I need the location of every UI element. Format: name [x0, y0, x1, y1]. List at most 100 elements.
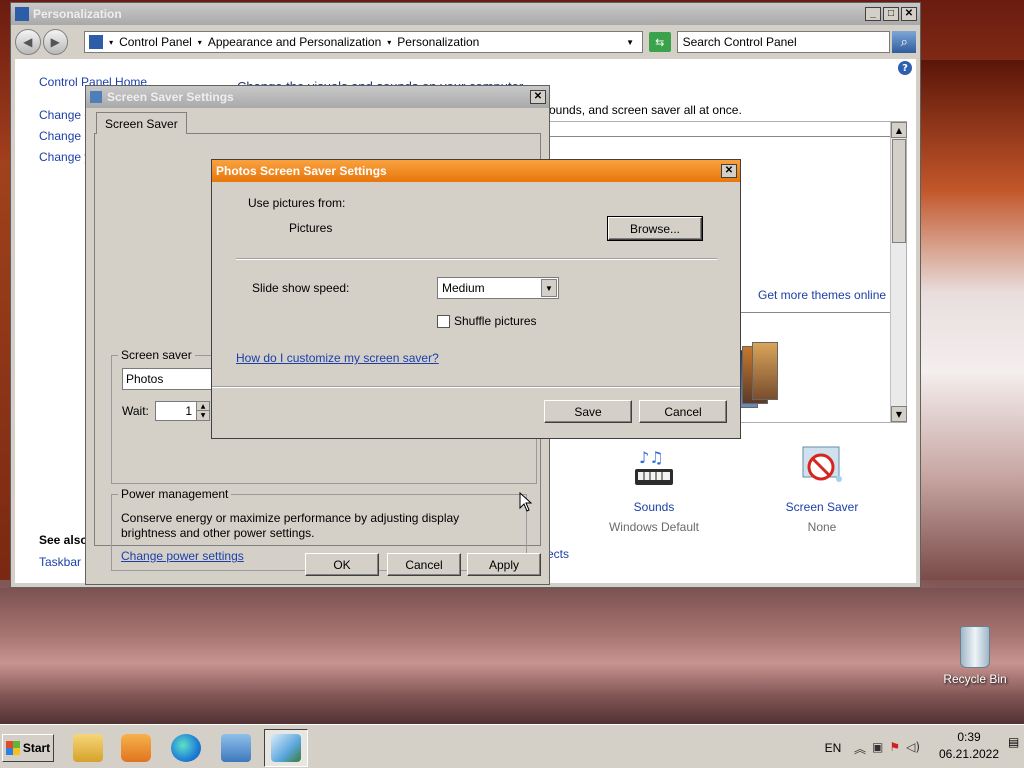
breadcrumb-control-panel[interactable]: Control Panel — [119, 35, 192, 49]
taskbar-media-player[interactable] — [114, 729, 158, 767]
breadcrumb-separator[interactable]: ▾ — [109, 38, 113, 47]
maximize-button[interactable]: □ — [883, 7, 899, 21]
dialog-title: Screen Saver Settings — [107, 90, 234, 104]
tray-icons: ︽ ▣ ⚑ ◁) — [854, 740, 920, 757]
themes-scrollbar[interactable]: ▲ ▼ — [890, 122, 907, 422]
ok-button[interactable]: OK — [305, 553, 379, 576]
breadcrumb-separator[interactable]: ▾ — [387, 38, 391, 47]
see-also-heading: See also — [39, 533, 88, 547]
scroll-up-button[interactable]: ▲ — [891, 122, 907, 138]
media-player-icon — [121, 734, 151, 762]
minimize-button[interactable]: _ — [865, 7, 881, 21]
wallpaper-rock — [0, 588, 1024, 724]
search-icon[interactable]: ⌕ — [892, 31, 916, 53]
scroll-down-button[interactable]: ▼ — [891, 406, 907, 422]
help-icon[interactable]: ? — [898, 61, 912, 75]
spin-down-icon[interactable]: ▼ — [197, 411, 209, 420]
forward-button[interactable]: ▶ — [42, 29, 69, 55]
apply-button[interactable]: Apply — [467, 553, 541, 576]
search-input[interactable]: Search Control Panel — [676, 31, 891, 53]
explorer-icon — [73, 734, 103, 762]
scroll-thumb[interactable] — [892, 139, 906, 243]
divider — [236, 258, 717, 260]
screen-saver-tile[interactable]: Screen Saver None — [762, 443, 882, 534]
breadcrumb-separator[interactable]: ▾ — [198, 38, 202, 47]
sounds-label[interactable]: Sounds — [594, 500, 714, 514]
refresh-button[interactable]: ⇆ — [649, 32, 671, 52]
address-bar[interactable]: ▾ Control Panel ▾ Appearance and Persona… — [84, 31, 643, 53]
save-button[interactable]: Save — [544, 400, 632, 423]
cancel-button[interactable]: Cancel — [387, 553, 461, 576]
pictures-folder-value: Pictures — [289, 221, 333, 235]
sounds-tile[interactable]: ♪♫ Sounds Windows Default — [594, 443, 714, 534]
screen-saver-label[interactable]: Screen Saver — [762, 500, 882, 514]
shuffle-label[interactable]: Shuffle pictures — [454, 314, 537, 328]
get-more-themes-link[interactable]: Get more themes online — [758, 288, 886, 302]
action-center-icon[interactable]: ⚑ — [889, 740, 900, 757]
screen-saver-icon — [90, 91, 102, 103]
address-dropdown-icon[interactable]: ▼ — [626, 38, 634, 47]
tab-screen-saver[interactable]: Screen Saver — [96, 112, 187, 134]
ss-titlebar[interactable]: Screen Saver Settings ✕ — [86, 86, 549, 108]
clock-date: 06.21.2022 — [938, 747, 1000, 761]
clock[interactable]: 0:39 06.21.2022 — [934, 729, 1004, 763]
windows-logo-icon — [5, 741, 20, 755]
taskbar-control-panel[interactable] — [214, 729, 258, 767]
close-button[interactable]: ✕ — [530, 90, 546, 104]
svg-text:♪♫: ♪♫ — [639, 448, 664, 467]
taskbar-edge[interactable] — [164, 729, 208, 767]
chevron-down-icon[interactable]: ▼ — [541, 279, 557, 297]
customize-help-link[interactable]: How do I customize my screen saver? — [236, 351, 439, 365]
slide-speed-value: Medium — [442, 281, 485, 295]
theme-divider — [542, 136, 892, 137]
personalization-titlebar[interactable]: Personalization _ □ ✕ — [11, 3, 920, 25]
network-icon[interactable]: ▣ — [872, 740, 883, 757]
taskbar-explorer[interactable] — [66, 729, 110, 767]
chevron-up-icon[interactable]: ︽ — [854, 740, 866, 757]
recycle-bin[interactable]: Recycle Bin — [942, 626, 1008, 686]
partial-effects-link[interactable]: ects — [547, 547, 569, 561]
sounds-value: Windows Default — [608, 520, 700, 534]
spin-up-icon[interactable]: ▲ — [197, 402, 209, 411]
photos-settings-dialog: Photos Screen Saver Settings ✕ Use pictu… — [211, 159, 741, 439]
language-indicator[interactable]: EN — [818, 741, 848, 755]
clock-time: 0:39 — [957, 730, 981, 744]
see-also-taskbar-link[interactable]: Taskbar a — [39, 555, 91, 569]
breadcrumb-appearance[interactable]: Appearance and Personalization — [208, 35, 381, 49]
screen-saver-icon — [802, 446, 842, 482]
page-description: ounds, and screen saver all at once. — [549, 103, 742, 117]
dialog-title: Photos Screen Saver Settings — [216, 164, 387, 178]
wait-spinner[interactable]: ▲ ▼ — [196, 401, 210, 421]
address-folder-icon — [89, 35, 104, 49]
wait-input[interactable]: 1 — [155, 401, 197, 421]
slide-speed-select[interactable]: Medium ▼ — [437, 277, 559, 299]
taskbar-display-settings[interactable] — [264, 729, 308, 767]
divider — [212, 386, 740, 388]
volume-icon[interactable]: ◁) — [906, 740, 920, 757]
screen-saver-value: None — [807, 520, 837, 534]
power-description-line1: Conserve energy or maximize performance … — [121, 511, 460, 525]
display-settings-icon — [271, 734, 301, 762]
power-management-label: Power management — [121, 487, 229, 501]
edge-icon — [171, 734, 201, 762]
use-pictures-label: Use pictures from: — [248, 196, 346, 210]
breadcrumb-personalization[interactable]: Personalization — [397, 35, 479, 49]
show-desktop-icon[interactable]: ▤ — [1008, 735, 1020, 759]
start-button[interactable]: Start — [2, 734, 54, 762]
slide-speed-label: Slide show speed: — [252, 281, 350, 295]
sidebar-item-1[interactable]: Change d — [39, 108, 91, 122]
recycle-bin-icon — [960, 626, 990, 668]
cancel-button[interactable]: Cancel — [639, 400, 727, 423]
shuffle-checkbox[interactable] — [437, 315, 450, 328]
close-button[interactable]: ✕ — [721, 164, 737, 178]
back-button[interactable]: ◀ — [15, 29, 41, 55]
change-power-settings-link[interactable]: Change power settings — [121, 549, 244, 563]
wait-label: Wait: — [122, 404, 149, 418]
mouse-cursor-icon — [519, 492, 533, 512]
browse-button[interactable]: Browse... — [607, 216, 703, 241]
start-label: Start — [22, 741, 51, 755]
sidebar-item-3[interactable]: Change y — [39, 150, 90, 164]
close-button[interactable]: ✕ — [901, 7, 917, 21]
photos-titlebar[interactable]: Photos Screen Saver Settings ✕ — [212, 160, 740, 182]
screen-saver-group-label: Screen saver — [121, 348, 192, 362]
